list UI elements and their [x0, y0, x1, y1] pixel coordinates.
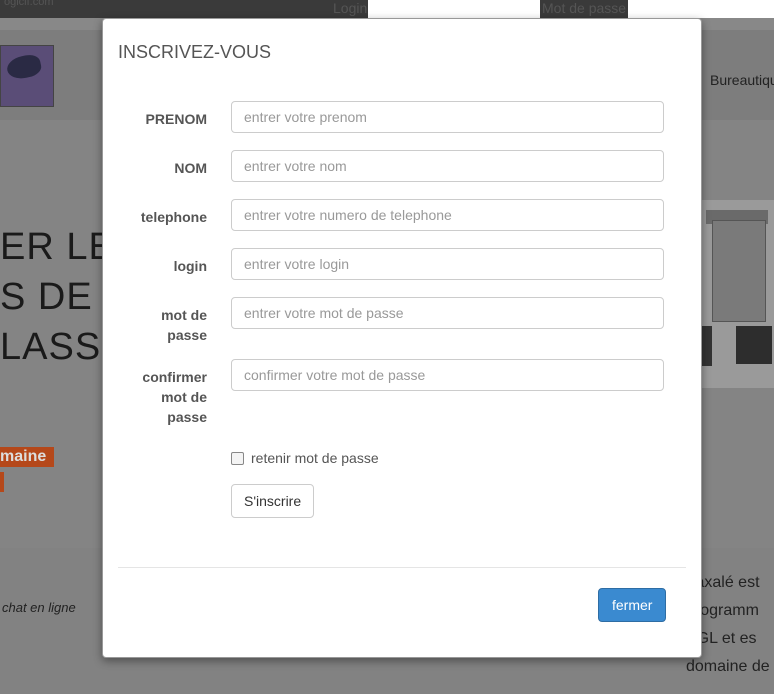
chat-online-text[interactable]: chat en ligne [2, 600, 76, 615]
confirm-password-label: confirmer mot de passe [142, 369, 207, 425]
logo-mark [5, 52, 43, 82]
domain-badge[interactable]: maine [0, 447, 55, 467]
top-login-input[interactable] [368, 0, 540, 18]
confirm-password-input[interactable] [231, 359, 664, 391]
login-label: Login [333, 0, 368, 16]
signup-modal: INSCRIVEZ-VOUS PRENOM NOM telephone logi… [102, 18, 702, 658]
remember-label[interactable]: retenir mot de passe [251, 450, 379, 466]
hero-text-line: ER LE [0, 226, 115, 268]
site-brand-text: ogiclf.com [4, 0, 54, 8]
top-password-input[interactable] [628, 0, 774, 18]
modal-title: INSCRIVEZ-VOUS [118, 42, 272, 62]
monitor-shape [736, 326, 772, 364]
password-field-label: mot de passe [161, 307, 207, 343]
close-button[interactable]: fermer [598, 588, 667, 622]
printer-image [700, 200, 774, 388]
password-label: Mot de passe [542, 0, 627, 16]
telephone-label: telephone [140, 209, 207, 225]
top-bar: ogiclf.com Login Mot de passe [0, 0, 774, 18]
signup-button[interactable]: S'inscrire [231, 484, 315, 518]
remember-checkbox[interactable] [231, 452, 244, 465]
prenom-input[interactable] [231, 101, 664, 133]
site-logo[interactable] [0, 45, 54, 107]
modal-divider [118, 567, 686, 568]
printer-body [712, 220, 766, 322]
nom-label: NOM [174, 160, 207, 176]
login-input[interactable] [231, 248, 664, 280]
orange-marker [0, 472, 4, 492]
nav-link-bureautique[interactable]: Bureautique [710, 72, 774, 88]
nom-input[interactable] [231, 150, 664, 182]
prenom-label: PRENOM [145, 111, 207, 127]
password-input[interactable] [231, 297, 664, 329]
telephone-input[interactable] [231, 199, 664, 231]
login-field-label: login [173, 258, 207, 274]
